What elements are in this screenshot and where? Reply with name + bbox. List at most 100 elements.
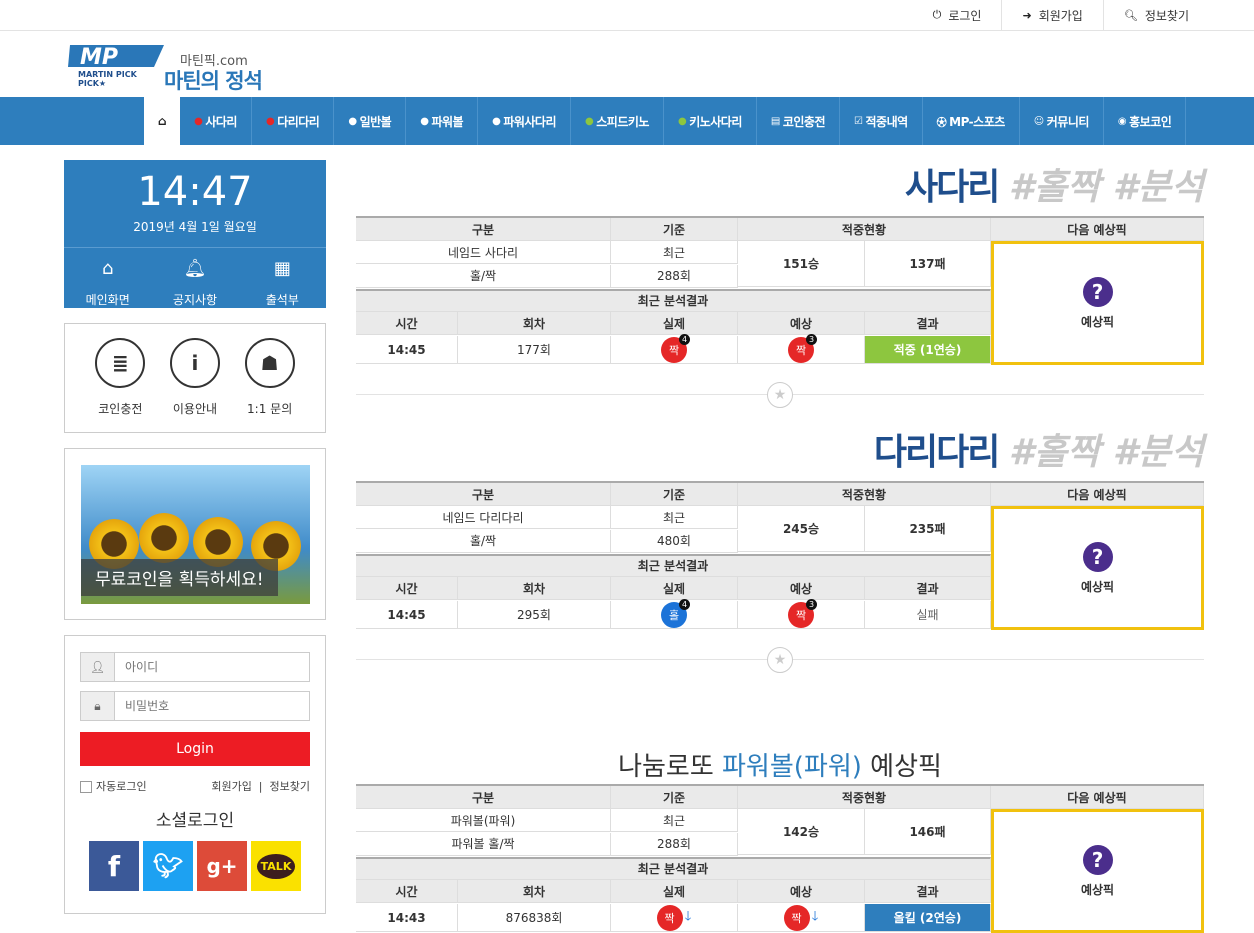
star-icon: ★ — [767, 647, 793, 673]
powerball-section-title: 나눔로또 파워볼(파워) 예상픽 — [618, 752, 942, 782]
guide-link[interactable]: i 이용안내 — [169, 338, 220, 432]
database-icon: ≣ — [95, 338, 146, 388]
login-box: 👤︎ 🔒︎ Login 자동로그인 회원가입 | 정보찾기 소셜로그인 f 🐦︎… — [64, 635, 326, 914]
nav-item[interactable]: ● 키노사다리 — [664, 97, 757, 145]
question-icon: ? — [1082, 844, 1113, 875]
result-time: 14:45 — [356, 601, 458, 630]
nav-item[interactable]: ● 파워볼 — [406, 97, 479, 145]
info-icon: i — [169, 338, 220, 388]
top-bar: ⏻ 로그인 ➜ 회원가입 🔍︎ 정보찾기 — [0, 0, 1254, 31]
power-icon: ⏻ — [932, 8, 942, 21]
actual-ball: 짝 — [656, 904, 683, 931]
facebook-button[interactable]: f — [89, 841, 139, 891]
main-screen-link[interactable]: ⌂ 메인화면 — [64, 248, 151, 313]
header-result: 결과 — [865, 577, 991, 601]
banner-text: 무료코인을 획득하세요! — [81, 559, 278, 596]
auto-login-checkbox[interactable] — [80, 781, 92, 793]
nav-home[interactable]: ⌂ — [144, 97, 181, 145]
attendance-link[interactable]: ▦ 출석부 — [239, 248, 326, 313]
result-time: 14:43 — [356, 904, 458, 933]
quick-links: ≣ 코인충전 i 이용안내 ☗ 1:1 문의 — [64, 323, 326, 433]
header-gubun: 구분 — [356, 483, 611, 506]
social-login-title: 소셜로그인 — [155, 811, 235, 831]
nav-item[interactable]: ☺ 커뮤니티 — [1020, 97, 1104, 145]
recent-result-header: 최근 분석결과 — [356, 553, 991, 577]
nav-item[interactable]: ● 일반볼 — [334, 97, 407, 145]
nav-item[interactable]: ● 스피드키노 — [571, 97, 664, 145]
header-time: 시간 — [356, 880, 458, 904]
question-icon: ● — [265, 115, 275, 127]
free-coin-banner[interactable]: 무료코인을 획득하세요! — [64, 448, 326, 620]
lock-icon: 🔒︎ — [81, 692, 115, 720]
recent-result-header: 최근 분석결과 — [356, 288, 991, 312]
question-icon: ● — [677, 115, 687, 127]
header-actual: 실제 — [611, 577, 738, 601]
social-buttons: f 🐦︎ g+ TALK — [80, 841, 310, 891]
bell-icon: 🔔︎ — [183, 258, 207, 279]
smile-icon: ☺ — [1033, 115, 1044, 127]
nav-item[interactable]: ▤ 코인충전 — [757, 97, 841, 145]
coin-charge-link[interactable]: ≣ 코인충전 — [95, 338, 146, 432]
password-input[interactable] — [115, 692, 309, 720]
inquiry-link[interactable]: ☗ 1:1 문의 — [244, 338, 295, 432]
login-button[interactable]: Login — [80, 732, 310, 766]
header-status: 적중현황 — [738, 218, 991, 241]
header-predict: 예상 — [738, 312, 865, 336]
game-name: 파워볼(파워) — [356, 809, 611, 832]
site-logo[interactable]: MP MARTIN PICK PICK★ 마틴픽.com 마틴의 정석 — [68, 41, 288, 93]
nav-item[interactable]: ● 다리다리 — [252, 97, 335, 145]
mp-logo-icon: MP MARTIN PICK PICK★ — [68, 45, 164, 88]
result-round: 876838회 — [458, 904, 611, 933]
question-icon: ? — [1082, 276, 1113, 307]
result-time: 14:45 — [356, 336, 458, 365]
result-text: 실패 — [865, 601, 991, 630]
find-info-link[interactable]: 🔍︎ 정보찾기 — [1102, 0, 1209, 30]
calendar-icon: ▦ — [273, 258, 291, 279]
daridari-section-title: 다리다리 #홀짝 #분석 — [873, 432, 1204, 473]
header: MP MARTIN PICK PICK★ 마틴픽.com 마틴의 정석 — [0, 31, 1254, 97]
notice-link[interactable]: 🔔︎ 공지사항 — [151, 248, 238, 313]
ladder-table: 구분 기준 적중현황 다음 예상픽 네임드 사다리 최근 151승 137패 ?… — [356, 216, 1204, 365]
join-link[interactable]: 회원가입 — [211, 780, 251, 793]
nav-item[interactable]: ☑ 적중내역 — [840, 97, 923, 145]
question-icon: ● — [348, 115, 357, 127]
powerball-table: 구분 기준 적중현황 다음 예상픽 파워볼(파워) 최근 142승 146패 ?… — [356, 784, 1204, 933]
header-round: 회차 — [458, 577, 611, 601]
pw-field: 🔒︎ — [80, 691, 310, 721]
header-result: 결과 — [865, 880, 991, 904]
google-plus-icon: g+ — [206, 854, 238, 878]
next-pick-cell[interactable]: ? 예상픽 — [991, 241, 1204, 365]
auto-login[interactable]: 자동로그인 — [80, 778, 147, 794]
agent-icon: ☗ — [244, 338, 295, 388]
facebook-icon: f — [107, 849, 121, 883]
next-pick-cell[interactable]: ? 예상픽 — [991, 809, 1204, 933]
clock-links: ⌂ 메인화면 🔔︎ 공지사항 ▦ 출석부 — [64, 247, 326, 313]
home-icon: ⌂ — [158, 114, 167, 128]
twitter-button[interactable]: 🐦︎ — [143, 841, 193, 891]
kakao-button[interactable]: TALK — [251, 841, 301, 891]
next-pick-cell[interactable]: ? 예상픽 — [991, 506, 1204, 630]
lose-count: 146패 — [865, 809, 991, 855]
nav-item[interactable]: ● 사다리 — [180, 97, 252, 145]
join-link[interactable]: ➜ 회원가입 — [1001, 0, 1102, 30]
user-icon: 👤︎ — [81, 653, 115, 681]
find-info-link[interactable]: 정보찾기 — [270, 780, 310, 793]
actual-ball: 홀4 — [661, 598, 690, 628]
rounds-count: 480회 — [611, 529, 738, 553]
nav-item[interactable]: ⚽︎ MP-스포츠 — [923, 97, 1020, 145]
game-type: 홀/짝 — [356, 264, 611, 288]
recent-label: 최근 — [611, 241, 738, 264]
header-status: 적중현황 — [738, 483, 991, 506]
id-input[interactable] — [115, 653, 309, 681]
game-type: 홀/짝 — [356, 529, 611, 553]
google-plus-button[interactable]: g+ — [197, 841, 247, 891]
win-count: 142승 — [738, 809, 865, 855]
nav-item[interactable]: ● 파워사다리 — [478, 97, 572, 145]
header-result: 결과 — [865, 312, 991, 336]
login-link[interactable]: ⏻ 로그인 — [913, 0, 1002, 30]
clock-panel: 14:47 2019년 4월 1일 월요일 ⌂ 메인화면 🔔︎ 공지사항 ▦ 출석부 — [64, 160, 326, 308]
clock-date: 2019년 4월 1일 월요일 — [133, 220, 257, 234]
rounds-count: 288회 — [611, 264, 738, 288]
kakao-talk-icon: TALK — [256, 853, 296, 879]
nav-item[interactable]: ◉ 홍보코인 — [1104, 97, 1187, 145]
